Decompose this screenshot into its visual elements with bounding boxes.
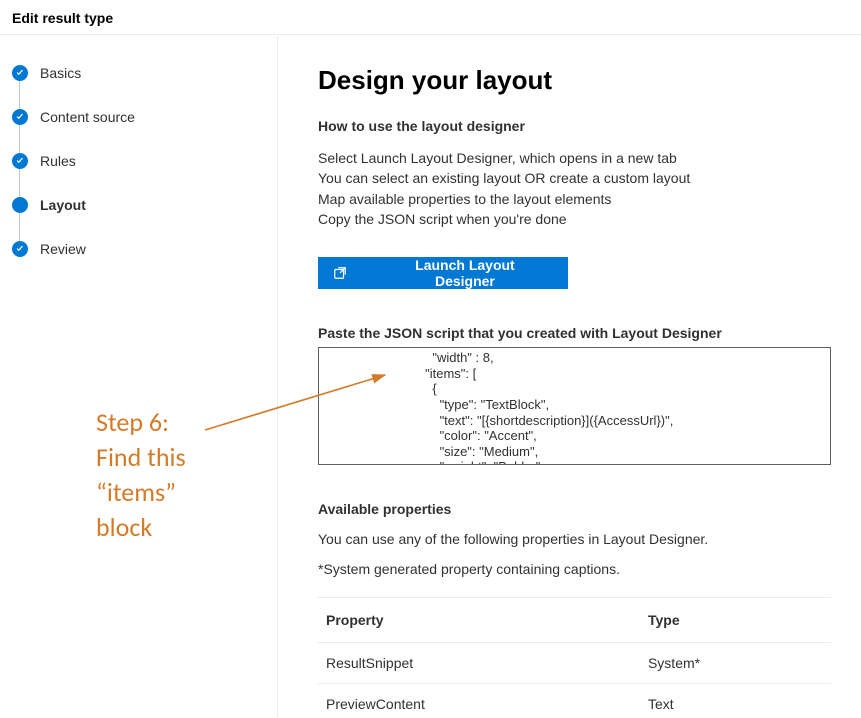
step-label: Basics	[40, 65, 81, 81]
available-properties-section: Available properties You can use any of …	[318, 501, 831, 718]
available-properties-note: *System generated property containing ca…	[318, 561, 831, 577]
current-step-icon	[12, 197, 28, 213]
table-row: ResultSnippet System*	[318, 643, 831, 684]
wizard-steps: Basics Content source Rules Layout	[12, 65, 265, 257]
available-properties-heading: Available properties	[318, 501, 831, 517]
step-rules[interactable]: Rules	[12, 153, 265, 197]
step-connector	[19, 169, 20, 199]
property-name-cell: ResultSnippet	[318, 643, 640, 684]
launch-layout-designer-button[interactable]: Launch Layout Designer	[318, 257, 568, 289]
properties-table-header-type: Type	[640, 598, 831, 643]
properties-table: Property Type ResultSnippet System* Prev…	[318, 597, 831, 718]
property-type-cell: System*	[640, 643, 831, 684]
wizard-sidebar: Basics Content source Rules Layout	[0, 35, 278, 718]
open-new-tab-icon	[332, 265, 348, 281]
main-title: Design your layout	[318, 65, 831, 96]
step-label: Content source	[40, 109, 135, 125]
properties-table-header-property: Property	[318, 598, 640, 643]
instruction-line: Copy the JSON script when you're done	[318, 209, 831, 229]
step-label: Review	[40, 241, 86, 257]
json-textarea-label: Paste the JSON script that you created w…	[318, 325, 831, 341]
property-type-cell: Text	[640, 684, 831, 718]
page-header-title: Edit result type	[12, 10, 849, 26]
main-panel: Design your layout How to use the layout…	[278, 35, 861, 718]
launch-button-label: Launch Layout Designer	[384, 257, 546, 289]
property-name-cell: PreviewContent	[318, 684, 640, 718]
step-layout[interactable]: Layout	[12, 197, 265, 241]
checkmark-icon	[12, 65, 28, 81]
step-connector	[19, 213, 20, 243]
step-connector	[19, 125, 20, 155]
table-row: PreviewContent Text	[318, 684, 831, 718]
content-area: Basics Content source Rules Layout	[0, 35, 861, 718]
instruction-line: You can select an existing layout OR cre…	[318, 168, 831, 188]
checkmark-icon	[12, 109, 28, 125]
json-textarea[interactable]: "width" : 8, "items": [ { "type": "TextB…	[318, 347, 831, 465]
instruction-line: Select Launch Layout Designer, which ope…	[318, 148, 831, 168]
step-connector	[19, 81, 20, 111]
instruction-line: Map available properties to the layout e…	[318, 189, 831, 209]
step-basics[interactable]: Basics	[12, 65, 265, 109]
howto-heading: How to use the layout designer	[318, 118, 831, 134]
page-header: Edit result type	[0, 0, 861, 35]
instructions-block: Select Launch Layout Designer, which ope…	[318, 148, 831, 229]
checkmark-icon	[12, 153, 28, 169]
step-content-source[interactable]: Content source	[12, 109, 265, 153]
json-section: Paste the JSON script that you created w…	[318, 325, 831, 465]
checkmark-icon	[12, 241, 28, 257]
available-properties-desc: You can use any of the following propert…	[318, 531, 831, 547]
step-label: Layout	[40, 197, 86, 213]
step-label: Rules	[40, 153, 76, 169]
step-review[interactable]: Review	[12, 241, 265, 257]
